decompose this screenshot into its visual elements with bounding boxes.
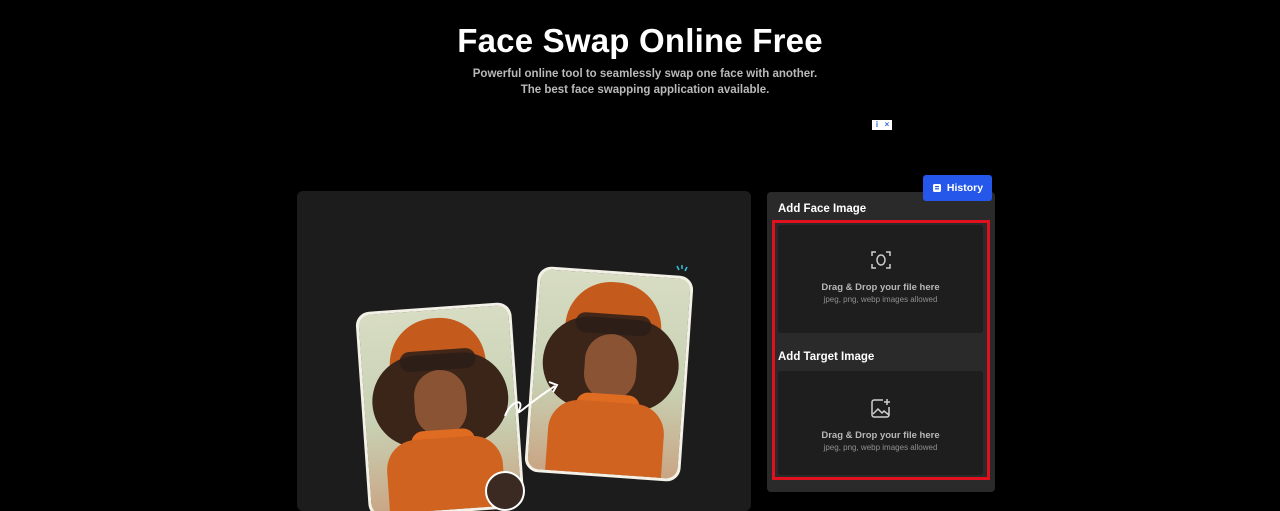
- history-button[interactable]: History: [923, 175, 992, 201]
- image-add-icon: [871, 399, 890, 418]
- page-title: Face Swap Online Free: [457, 22, 823, 59]
- info-icon[interactable]: i: [872, 120, 882, 130]
- face-image-dropzone[interactable]: Drag & Drop your file here jpeg, png, we…: [778, 225, 983, 333]
- dropzone-title: Drag & Drop your file here: [821, 282, 940, 293]
- history-icon: [932, 184, 941, 192]
- sparkle-icon: [676, 265, 688, 272]
- target-image-heading: Add Target Image: [778, 351, 875, 363]
- dropzone-title: Drag & Drop your file here: [821, 430, 940, 441]
- avatar: [485, 471, 525, 511]
- close-icon[interactable]: ×: [882, 120, 892, 130]
- ad-choices-badge[interactable]: i ×: [872, 120, 892, 130]
- target-image-dropzone[interactable]: Drag & Drop your file here jpeg, png, we…: [778, 371, 983, 475]
- face-image-heading: Add Face Image: [778, 203, 867, 215]
- dropzone-hint: jpeg, png, webp images allowed: [823, 295, 938, 304]
- face-scan-icon: [871, 251, 891, 269]
- swap-arrow-icon: [504, 381, 559, 417]
- history-label: History: [946, 182, 984, 194]
- dropzone-hint: jpeg, png, webp images allowed: [823, 443, 938, 452]
- preview-panel: [297, 191, 751, 511]
- page-subtitle: Powerful online tool to seamlessly swap …: [472, 68, 818, 96]
